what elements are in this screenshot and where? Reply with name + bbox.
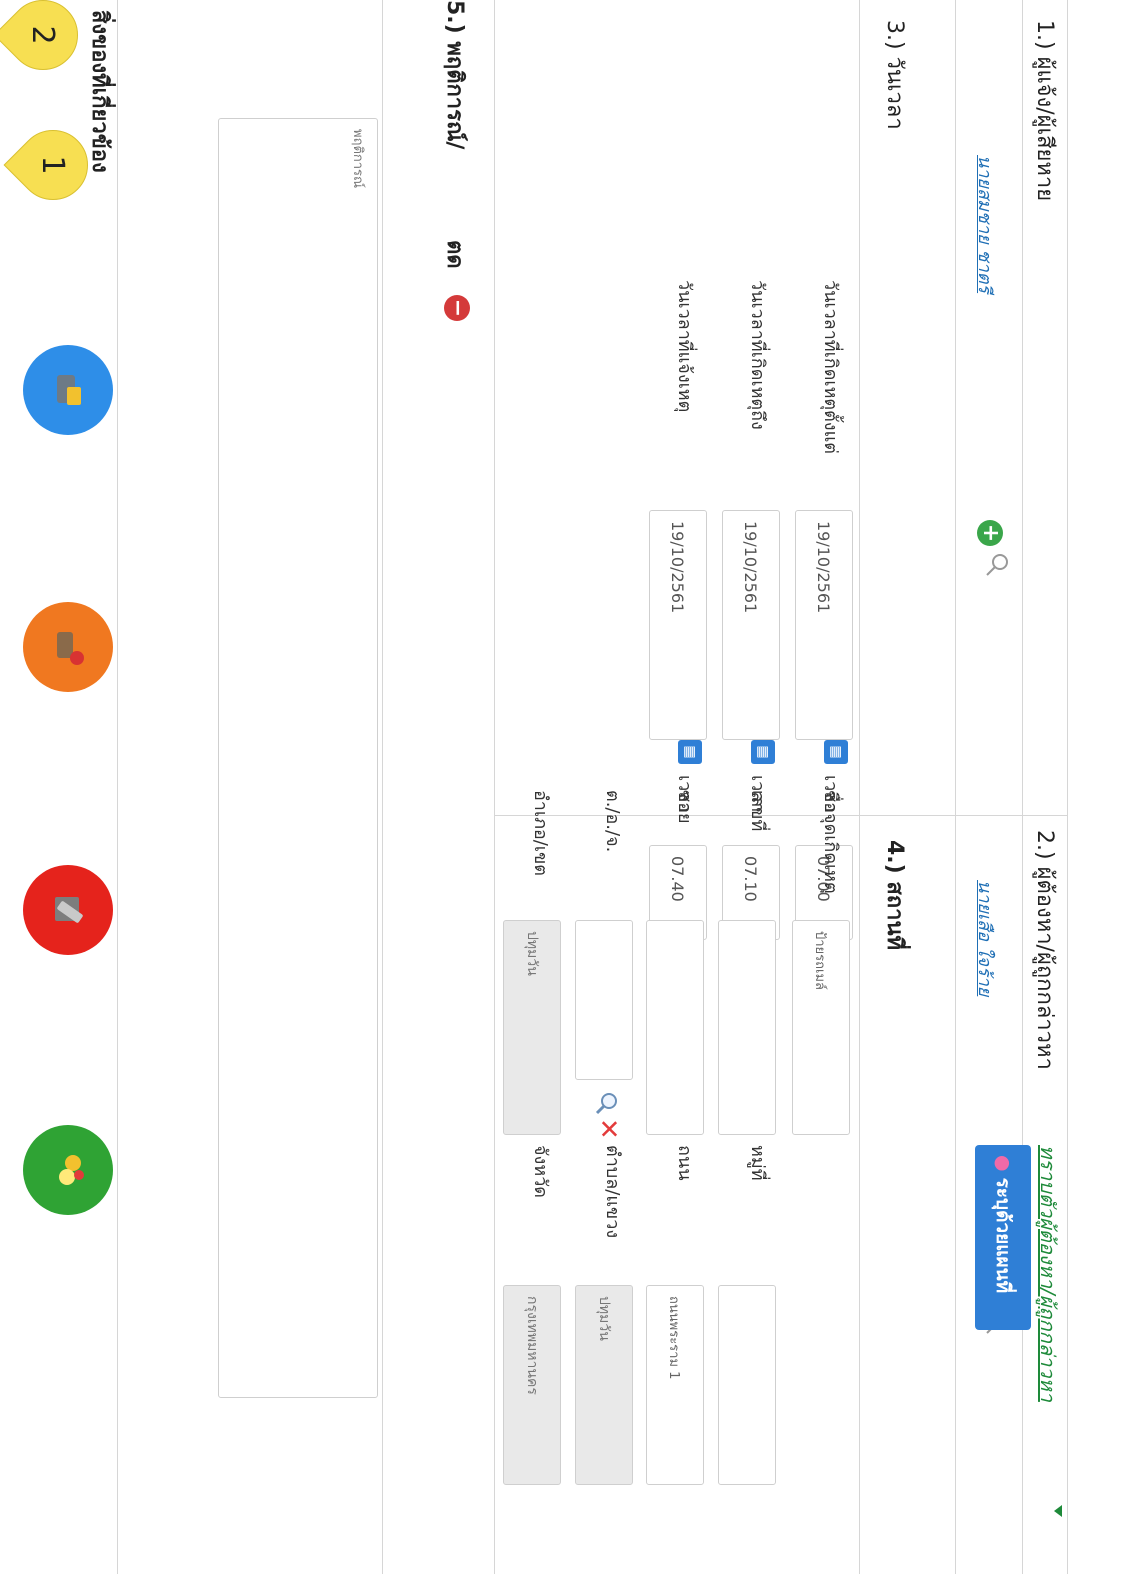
callout-number: 1 <box>35 155 71 175</box>
tao-label: ต./อ./จ. <box>602 790 623 853</box>
callout-number: 2 <box>25 25 61 45</box>
district-label: อำเภอ/เขต <box>530 790 551 876</box>
datetime-from-label: วันเวลาที่เกิดเหตุตั้งแต่ <box>820 280 841 454</box>
x-icon[interactable]: ✕ <box>593 1118 623 1140</box>
date-from-input[interactable]: 19/10/2561 <box>795 510 853 740</box>
behavior-title-tail: ตด <box>442 240 467 269</box>
green-item-icon <box>59 1155 84 1185</box>
divider <box>495 815 1068 816</box>
divider <box>1022 0 1023 1574</box>
divider <box>382 0 383 1574</box>
minus-circle-icon[interactable]: − <box>444 295 470 321</box>
soi-label: ซอย <box>674 790 695 824</box>
victim-title: 1.) ผู้แจ้ง/ผู้เสียหาย <box>1032 20 1057 202</box>
subdistrict-label: ตำบล/แขวง <box>602 1145 623 1239</box>
moo-input[interactable] <box>718 1285 776 1485</box>
orange-item-icon[interactable] <box>23 602 113 692</box>
house-no-label: เลขที่ <box>747 790 768 832</box>
calendar-icon[interactable]: ▦ <box>751 740 775 764</box>
datetime-title: 3.) วันเวลา <box>882 20 907 130</box>
items-title: สิ่งของที่เกี่ยวข้อง <box>87 10 112 173</box>
rotated-form-canvas: 1.) ผู้แจ้ง/ผู้เสียหาย นายสมชาย ชาตรี + … <box>0 0 1128 1574</box>
behavior-textarea[interactable]: พฤติการณ์ <box>218 118 378 1398</box>
road-input[interactable]: ถนนพระราม 1 <box>646 1285 704 1485</box>
map-pin-icon: ● <box>992 1155 1014 1172</box>
subdistrict-input: ปทุมวัน <box>575 1285 633 1485</box>
callout-marker: 2 <box>0 0 93 85</box>
date-reported-input[interactable]: 19/10/2561 <box>649 510 707 740</box>
tao-input[interactable] <box>575 920 633 1080</box>
dropdown-caret-icon[interactable] <box>1054 1505 1062 1517</box>
divider <box>494 0 495 1574</box>
calendar-icon[interactable]: ▦ <box>824 740 848 764</box>
plus-circle-icon[interactable]: + <box>977 520 1003 546</box>
moo-label: หมู่ที่ <box>747 1145 768 1181</box>
road-label: ถนน <box>674 1145 695 1181</box>
magnifier-icon[interactable] <box>984 552 1010 578</box>
divider <box>955 0 956 1574</box>
province-input: กรุงเทพมหานคร <box>503 1285 561 1485</box>
map-button-label: ระบุด้วยแผนที่ <box>992 1177 1014 1294</box>
spot-input[interactable]: ป้ายรถเมล์ <box>792 920 850 1135</box>
province-label: จังหวัด <box>530 1145 551 1198</box>
suspect-name-link[interactable]: นายเสือ ใจร้าย <box>971 880 1000 996</box>
place-title: 4.) สถานที่ <box>882 840 907 951</box>
divider <box>859 0 860 1574</box>
datetime-reported-label: วันเวลาที่แจ้งเหตุ <box>674 280 695 413</box>
suspect-known-link[interactable]: ทราบตัวผู้ต้องหา/ผู้ถูกกล่าวหา <box>1032 1145 1064 1402</box>
divider <box>1067 0 1068 1574</box>
soi-input[interactable] <box>646 920 704 1135</box>
magnifier-icon[interactable] <box>594 1090 620 1116</box>
blue-item-icon <box>57 375 81 405</box>
calendar-icon[interactable]: ▦ <box>678 740 702 764</box>
behavior-title: 5.) พฤติการณ์/ <box>442 0 467 150</box>
red-item-icon[interactable] <box>23 865 113 955</box>
house-no-input[interactable] <box>718 920 776 1135</box>
orange-item-icon <box>57 632 84 665</box>
divider <box>117 0 118 1574</box>
green-item-icon[interactable] <box>23 1125 113 1215</box>
victim-name-link[interactable]: นายสมชาย ชาตรี <box>971 155 1000 293</box>
datetime-to-label: วันเวลาที่เกิดเหตุถึง <box>747 280 768 430</box>
red-item-icon <box>55 897 83 923</box>
map-button[interactable]: ● ระบุด้วยแผนที่ <box>975 1145 1031 1330</box>
spot-label: ชื่อจุดเกิดเหตุ <box>820 790 841 894</box>
suspect-title: 2.) ผู้ต้องหา/ผู้ถูกกล่าวหา <box>1032 830 1057 1070</box>
blue-item-icon[interactable] <box>23 345 113 435</box>
date-to-input[interactable]: 19/10/2561 <box>722 510 780 740</box>
district-input: ปทุมวัน <box>503 920 561 1135</box>
